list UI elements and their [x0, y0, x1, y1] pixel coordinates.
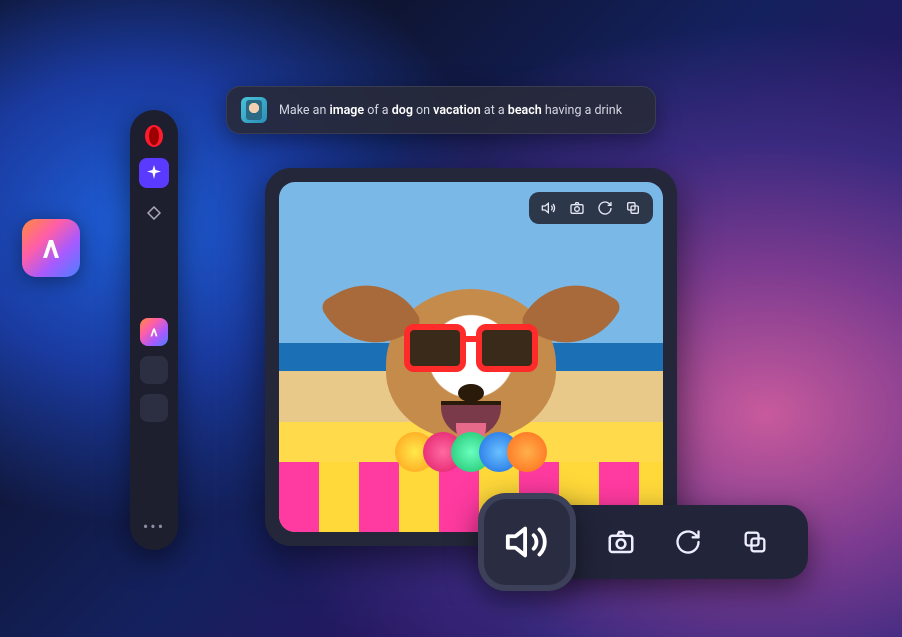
- generated-image-card: [265, 168, 677, 546]
- prompt-text: Make an image of a dog on vacation at a …: [279, 103, 622, 118]
- refresh-button[interactable]: [595, 198, 615, 218]
- refresh-action-button[interactable]: [671, 525, 705, 559]
- action-bar: [478, 498, 808, 586]
- diamond-button[interactable]: [139, 198, 169, 228]
- generated-image[interactable]: [279, 182, 663, 532]
- image-toolbar: [529, 192, 653, 224]
- copy-button[interactable]: [623, 198, 643, 218]
- sidebar-empty-slot[interactable]: [140, 356, 168, 384]
- aria-chip[interactable]: [140, 318, 168, 346]
- sparkle-button[interactable]: [139, 158, 169, 188]
- camera-icon: [569, 200, 585, 216]
- aria-logo-icon: [35, 232, 67, 264]
- sidebar: •••: [130, 110, 178, 550]
- aria-app-launcher[interactable]: [22, 219, 80, 277]
- camera-action-button[interactable]: [604, 525, 638, 559]
- audio-icon: [541, 200, 557, 216]
- copy-action-button[interactable]: [738, 525, 772, 559]
- refresh-icon: [597, 200, 613, 216]
- copy-icon: [741, 528, 769, 556]
- audio-action-button[interactable]: [478, 493, 576, 591]
- sidebar-more-button[interactable]: •••: [143, 517, 165, 536]
- diamond-icon: [147, 206, 161, 220]
- refresh-icon: [674, 528, 702, 556]
- camera-button[interactable]: [567, 198, 587, 218]
- camera-icon: [606, 527, 636, 557]
- sidebar-empty-slot[interactable]: [140, 394, 168, 422]
- audio-button[interactable]: [539, 198, 559, 218]
- sparkle-icon: [146, 165, 162, 181]
- copy-icon: [625, 200, 641, 216]
- prompt-bar[interactable]: Make an image of a dog on vacation at a …: [226, 86, 656, 134]
- user-avatar: [241, 97, 267, 123]
- opera-logo-icon: [142, 124, 166, 148]
- audio-icon: [504, 519, 550, 565]
